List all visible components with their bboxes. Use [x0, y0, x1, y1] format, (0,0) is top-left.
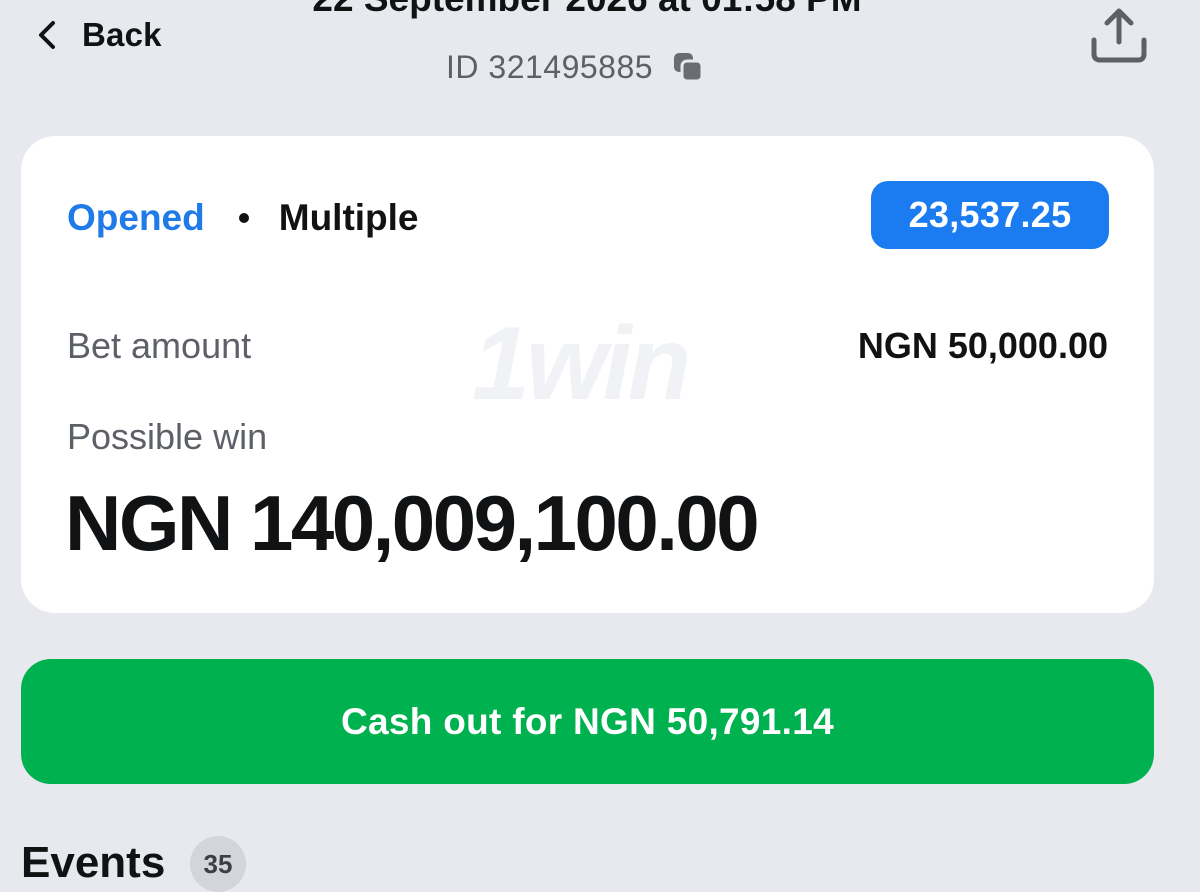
copy-icon[interactable]: [671, 50, 705, 84]
possible-win-value: NGN 140,009,100.00: [65, 479, 760, 567]
page-title: 22 September 2026 at 01:58 PM: [0, 0, 1174, 20]
chevron-left-icon: [39, 21, 55, 49]
separator-dot: [238, 213, 249, 223]
header: Back 22 September 2026 at 01:58 PM ID 32…: [0, 0, 1200, 120]
bet-id-text: ID 321495885: [446, 48, 654, 85]
events-count-badge: 35: [190, 836, 246, 892]
events-heading: Events: [21, 838, 166, 887]
possible-win-label: Possible win: [67, 416, 268, 457]
status-label: Opened: [67, 197, 205, 238]
bet-amount-value: NGN 50,000.00: [857, 325, 1108, 366]
back-label: Back: [82, 16, 162, 53]
bet-id: ID 321495885: [446, 47, 705, 87]
odds-badge: 23,537.25: [871, 181, 1109, 249]
share-icon[interactable]: [1088, 6, 1150, 66]
bet-amount-label: Bet amount: [67, 325, 252, 366]
bet-type-label: Multiple: [278, 197, 419, 238]
bet-status-row: Opened Multiple: [67, 194, 419, 242]
cash-out-button[interactable]: Cash out for NGN 50,791.14: [21, 659, 1154, 784]
